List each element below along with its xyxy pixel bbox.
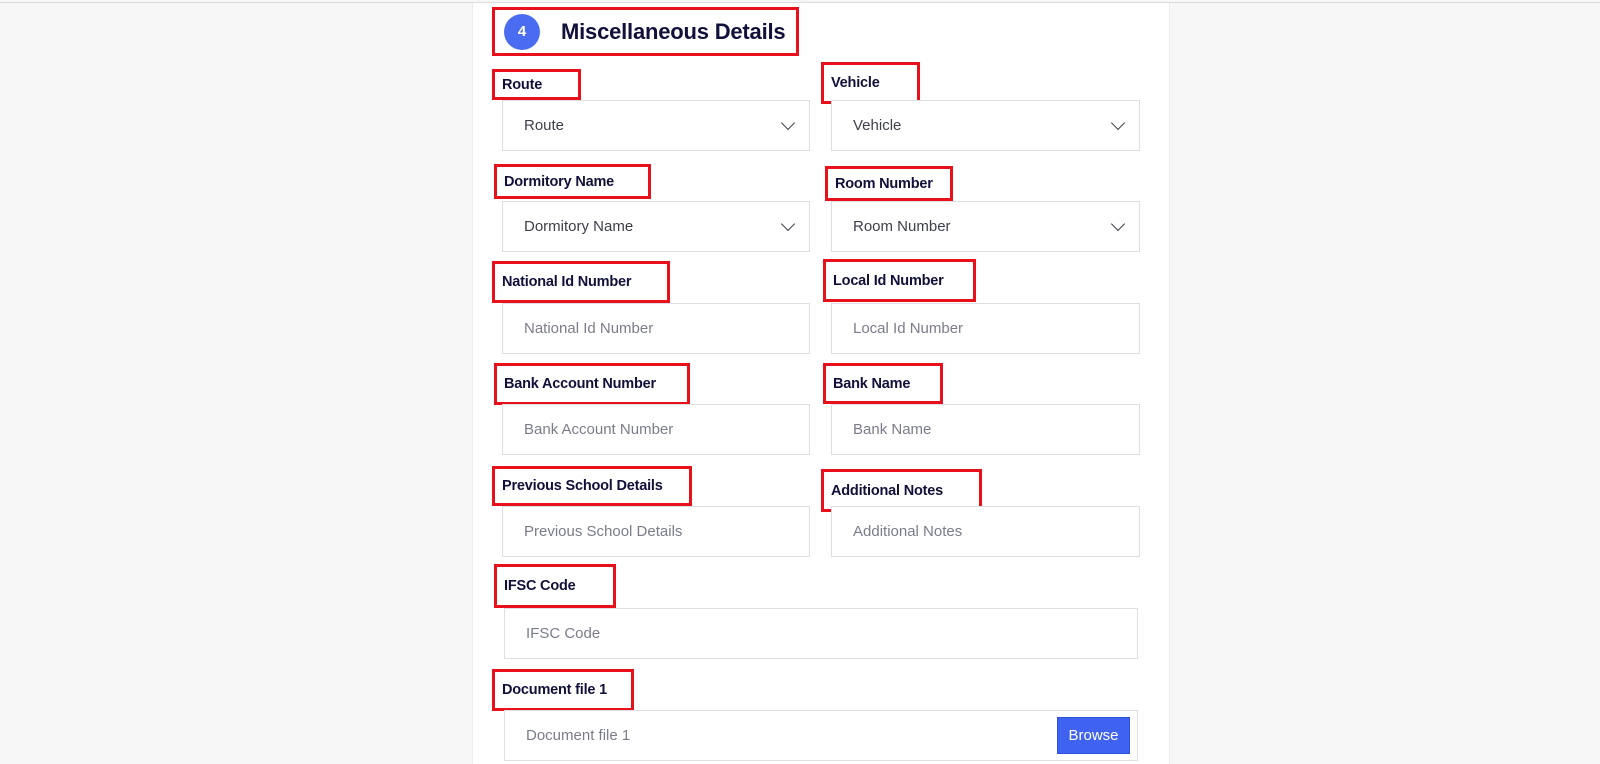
bank-account-placeholder: Bank Account Number xyxy=(524,421,674,438)
bank-account-label: Bank Account Number xyxy=(494,363,690,405)
ifsc-code-input[interactable]: IFSC Code xyxy=(504,608,1138,659)
room-number-label: Room Number xyxy=(825,166,953,201)
additional-notes-input[interactable]: Additional Notes xyxy=(831,506,1140,557)
chevron-down-icon xyxy=(1110,216,1126,231)
route-select-value: Route xyxy=(524,117,565,134)
step-badge: 4 xyxy=(504,13,540,50)
additional-notes-placeholder: Additional Notes xyxy=(853,523,963,540)
room-number-select[interactable]: Room Number xyxy=(831,201,1140,252)
previous-school-placeholder: Previous School Details xyxy=(524,523,683,540)
bank-name-label: Bank Name xyxy=(823,363,943,404)
document-file-input[interactable]: Document file 1 Browse xyxy=(504,710,1138,761)
browse-button[interactable]: Browse xyxy=(1057,717,1130,754)
vehicle-label: Vehicle xyxy=(821,62,920,104)
section-header: 4 Miscellaneous Details xyxy=(492,7,799,56)
dormitory-label: Dormitory Name xyxy=(494,164,651,199)
dormitory-select-value: Dormitory Name xyxy=(524,218,634,235)
local-id-placeholder: Local Id Number xyxy=(853,320,964,337)
room-number-select-value: Room Number xyxy=(853,218,951,235)
bank-name-input[interactable]: Bank Name xyxy=(831,404,1140,455)
chevron-down-icon xyxy=(780,115,796,130)
document-file-placeholder: Document file 1 xyxy=(526,727,631,744)
vehicle-select-value: Vehicle xyxy=(853,117,902,134)
vehicle-select[interactable]: Vehicle xyxy=(831,100,1140,151)
chevron-down-icon xyxy=(1110,115,1126,130)
local-id-label: Local Id Number xyxy=(823,259,976,302)
ifsc-code-placeholder: IFSC Code xyxy=(526,625,601,642)
chevron-down-icon xyxy=(780,216,796,231)
national-id-label: National Id Number xyxy=(492,261,670,303)
route-label: Route xyxy=(492,69,581,100)
document-file-label: Document file 1 xyxy=(492,669,634,711)
route-select[interactable]: Route xyxy=(502,100,810,151)
national-id-placeholder: National Id Number xyxy=(524,320,654,337)
local-id-input[interactable]: Local Id Number xyxy=(831,303,1140,354)
previous-school-input[interactable]: Previous School Details xyxy=(502,506,810,557)
dormitory-select[interactable]: Dormitory Name xyxy=(502,201,810,252)
bank-account-input[interactable]: Bank Account Number xyxy=(502,404,810,455)
bank-name-placeholder: Bank Name xyxy=(853,421,932,438)
previous-school-label: Previous School Details xyxy=(492,466,692,506)
national-id-input[interactable]: National Id Number xyxy=(502,303,810,354)
ifsc-code-label: IFSC Code xyxy=(494,564,616,608)
section-title: Miscellaneous Details xyxy=(561,18,786,44)
